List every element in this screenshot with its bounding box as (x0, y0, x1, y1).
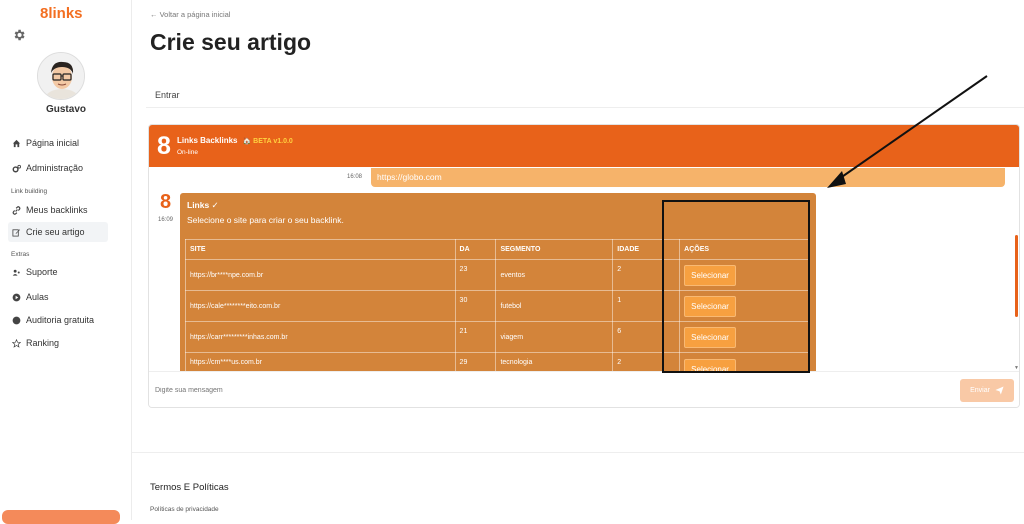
column-header-segmento: SEGMENTO (495, 239, 614, 260)
sidebar-item-ranking[interactable]: Ranking (8, 333, 108, 353)
chat-input-area: Enviar (149, 371, 1019, 407)
outgoing-message: https://globo.com (371, 168, 1005, 187)
globe-icon (12, 316, 21, 324)
sidebar-item-label: Aulas (26, 292, 49, 302)
avatar-illustration (38, 53, 84, 99)
chat-bot-name: Links Backlinks 🏠 BETA v1.0.0 (177, 136, 293, 145)
message-time: 16:09 (158, 217, 174, 223)
section-label-extras: Extras (11, 251, 30, 258)
page-title: Crie seu artigo (150, 29, 312, 55)
cogs-icon (12, 164, 21, 172)
sidebar-item-suporte[interactable]: Suporte (8, 262, 108, 282)
column-header-site: SITE (185, 239, 456, 260)
chat-header: 8 Links Backlinks 🏠 BETA v1.0.0 On-line (149, 125, 1019, 167)
send-button[interactable]: Enviar (960, 379, 1014, 402)
chat-bot-title: Links Backlinks (177, 136, 238, 145)
chat-logo: 8 (157, 132, 171, 160)
tab-bar: Entrar (146, 80, 1024, 108)
sidebar-item-label: Ranking (26, 338, 60, 348)
sidebar-item-label: Suporte (26, 267, 58, 277)
column-header-da: DA (454, 239, 497, 260)
sidebar: 8links Gustavo Página inicial Administra… (0, 0, 132, 524)
chat-scrollbar[interactable] (1015, 235, 1018, 317)
sidebar-item-auditoria-gratuita[interactable]: Auditoria gratuita (8, 310, 108, 330)
cell-segmento: viagem (495, 321, 614, 353)
cell-segmento: eventos (495, 259, 614, 291)
annotation-highlight-box (662, 200, 810, 373)
star-icon (12, 338, 21, 348)
footer-title: Termos E Políticas (150, 482, 229, 493)
sidebar-item-crie-seu-artigo[interactable]: Crie seu artigo (8, 222, 108, 242)
username: Gustavo (45, 104, 86, 115)
avatar (37, 52, 85, 100)
sidebar-item-administracao[interactable]: Administração (8, 158, 108, 178)
sidebar-cta-button[interactable] (2, 510, 120, 524)
support-icon (12, 269, 20, 276)
cell-site: https://br****npe.com.br (185, 259, 456, 291)
sidebar-item-label: Auditoria gratuita (26, 315, 95, 325)
bot-avatar: 8 (160, 191, 172, 213)
send-button-label: Enviar (970, 387, 990, 394)
sidebar-item-meus-backlinks[interactable]: Meus backlinks (8, 200, 108, 220)
home-icon (12, 139, 21, 147)
cell-da: 23 (454, 259, 497, 291)
outgoing-message-text: https://globo.com (377, 172, 442, 182)
brand-logo[interactable]: 8links (40, 5, 83, 22)
sidebar-item-pagina-inicial[interactable]: Página inicial (8, 133, 108, 153)
edit-icon (12, 228, 21, 237)
footer-divider (132, 452, 1024, 453)
cell-da: 30 (454, 290, 497, 322)
bot-message-title: Links ✓ (187, 200, 219, 210)
link-icon (12, 205, 21, 215)
bot-message-subtitle: Selecione o site para criar o seu backli… (187, 215, 344, 225)
sidebar-item-label: Administração (26, 163, 84, 173)
message-time: 16:08 (347, 174, 363, 180)
cell-segmento: futebol (495, 290, 614, 322)
cell-site: https://carr*********inhas.com.br (185, 321, 456, 353)
privacy-policy-link[interactable]: Políticas de privacidade (150, 506, 219, 513)
sidebar-item-label: Página inicial (26, 138, 80, 148)
message-input[interactable] (155, 377, 955, 403)
tab-entrar[interactable]: Entrar (155, 90, 180, 100)
cell-site: https://cale********eito.com.br (185, 290, 456, 322)
sidebar-item-aulas[interactable]: Aulas (8, 287, 108, 307)
cell-da: 21 (454, 321, 497, 353)
back-link[interactable]: ← Voltar a página inicial (150, 10, 230, 19)
paper-plane-icon (995, 386, 1004, 395)
section-label-link-building: Link building (11, 188, 48, 195)
sidebar-item-label: Meus backlinks (26, 205, 88, 215)
gear-icon[interactable] (12, 28, 26, 42)
play-icon (12, 293, 21, 301)
sidebar-item-label: Crie seu artigo (26, 227, 85, 237)
chat-status: On-line (177, 149, 198, 156)
beta-badge: 🏠 BETA v1.0.0 (242, 138, 293, 145)
chat-widget: 8 Links Backlinks 🏠 BETA v1.0.0 On-line 1… (148, 124, 1020, 408)
